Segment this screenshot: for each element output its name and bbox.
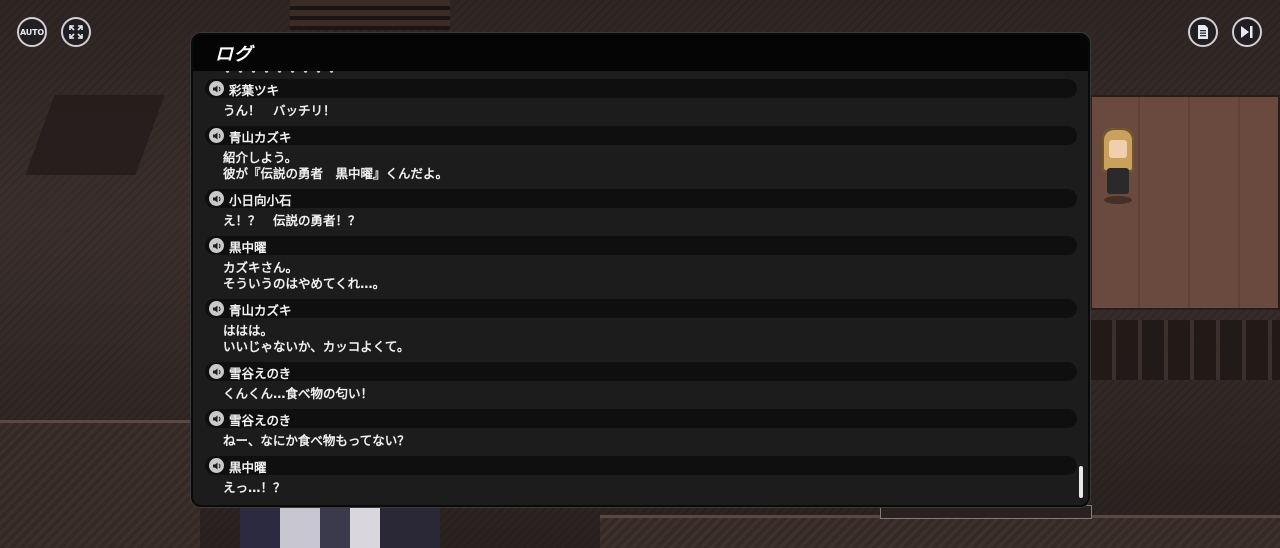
- scene-block-bottom: [600, 515, 1280, 548]
- speaker-name: 黒中曜: [229, 460, 267, 475]
- dialogue-line: えっ…！？: [223, 480, 286, 495]
- log-body[interactable]: ・・・・・・・・・ 彩葉ツキ うん！ バッチリ！ 青山カズキ 紹介しよう。 彼が…: [193, 71, 1088, 505]
- speaker-icon: [212, 242, 220, 249]
- speaker-icon: [212, 368, 220, 375]
- scene-pillar: [25, 95, 165, 175]
- speaker-icon: [212, 195, 220, 202]
- auto-button-label: AUTO: [20, 27, 44, 37]
- dialogue-line: そういうのはやめてくれ…。: [223, 276, 386, 291]
- scene-block-left: [0, 420, 200, 548]
- voice-replay-button[interactable]: [209, 411, 224, 426]
- scene-platform: [880, 505, 1092, 519]
- log-entry: 青山カズキ 紹介しよう。 彼が『伝説の勇者 黒中曜』くんだよ。: [205, 126, 1077, 182]
- dialogue-line: ねー、なにか食べ物もってない？: [223, 433, 410, 448]
- fullscreen-icon: [69, 25, 83, 39]
- speaker-icon: [212, 462, 220, 469]
- scene-railing: [1090, 320, 1280, 380]
- speaker-bar: 黒中曜: [205, 456, 1077, 475]
- dialogue-line: カズキさん。: [223, 260, 299, 275]
- dialogue-line: うん！ バッチリ！: [223, 103, 336, 118]
- speaker-bar: 雪谷えのき: [205, 362, 1077, 381]
- voice-replay-button[interactable]: [209, 191, 224, 206]
- speaker-icon: [212, 85, 220, 92]
- skip-button[interactable]: [1232, 17, 1262, 47]
- speaker-icon: [212, 415, 220, 422]
- skip-icon: [1241, 26, 1253, 38]
- speaker-name: 彩葉ツキ: [229, 83, 280, 98]
- log-header: ログ: [193, 35, 1088, 71]
- speaker-name: 小日向小石: [229, 193, 292, 208]
- dialogue-line: え！？ 伝説の勇者！？: [223, 213, 361, 228]
- voice-replay-button[interactable]: [209, 301, 224, 316]
- dialogue-line: 紹介しよう。: [223, 150, 298, 165]
- speaker-name: 青山カズキ: [229, 130, 292, 145]
- log-button[interactable]: [1188, 17, 1218, 47]
- log-title: ログ: [215, 44, 253, 65]
- speaker-icon: [212, 305, 220, 312]
- speaker-bar: 黒中曜: [205, 236, 1077, 255]
- log-entry: 雪谷えのき ねー、なにか食べ物もってない？: [205, 409, 1077, 449]
- dialogue-line: くんくん…食べ物の匂い！: [223, 386, 374, 401]
- dialogue-line: 彼が『伝説の勇者 黒中曜』くんだよ。: [223, 166, 449, 181]
- speaker-bar: 青山カズキ: [205, 299, 1077, 318]
- log-entry: 黒中曜 カズキさん。 そういうのはやめてくれ…。: [205, 236, 1077, 292]
- dialogue-line: いいじゃないか、カッコよくて。: [223, 339, 410, 354]
- voice-replay-button[interactable]: [209, 364, 224, 379]
- log-window: ログ ・・・・・・・・・ 彩葉ツキ うん！ バッチリ！ 青山カズキ 紹介しよう。…: [191, 33, 1090, 507]
- character-portrait-partial: [240, 505, 440, 548]
- fullscreen-button[interactable]: [61, 17, 91, 47]
- log-entry: 小日向小石 え！？ 伝説の勇者！？: [205, 189, 1077, 229]
- log-entry: 青山カズキ ははは。 いいじゃないか、カッコよくて。: [205, 299, 1077, 355]
- speaker-bar: 青山カズキ: [205, 126, 1077, 145]
- speaker-name: 黒中曜: [229, 240, 267, 255]
- speaker-bar: 雪谷えのき: [205, 409, 1077, 428]
- log-entry: 黒中曜 えっ…！？: [205, 456, 1077, 496]
- voice-replay-button[interactable]: [209, 458, 224, 473]
- scene-stairs: [290, 0, 450, 30]
- speaker-icon: [212, 132, 220, 139]
- voice-replay-button[interactable]: [209, 238, 224, 253]
- log-scrollbar-thumb[interactable]: [1079, 466, 1083, 498]
- speaker-bar: 彩葉ツキ: [205, 79, 1077, 98]
- log-icon: [1198, 25, 1208, 39]
- auto-button[interactable]: AUTO: [17, 17, 47, 47]
- speaker-name: 雪谷えのき: [229, 366, 292, 381]
- speaker-name: 雪谷えのき: [229, 413, 292, 428]
- dialogue-line: ははは。: [223, 323, 274, 338]
- speaker-bar: 小日向小石: [205, 189, 1077, 208]
- pixel-character-sprite: [1098, 128, 1138, 204]
- log-entry: 雪谷えのき くんくん…食べ物の匂い！: [205, 362, 1077, 402]
- log-entry: 彩葉ツキ うん！ バッチリ！: [205, 79, 1077, 119]
- voice-replay-button[interactable]: [209, 128, 224, 143]
- voice-replay-button[interactable]: [209, 81, 224, 96]
- speaker-name: 青山カズキ: [229, 303, 292, 318]
